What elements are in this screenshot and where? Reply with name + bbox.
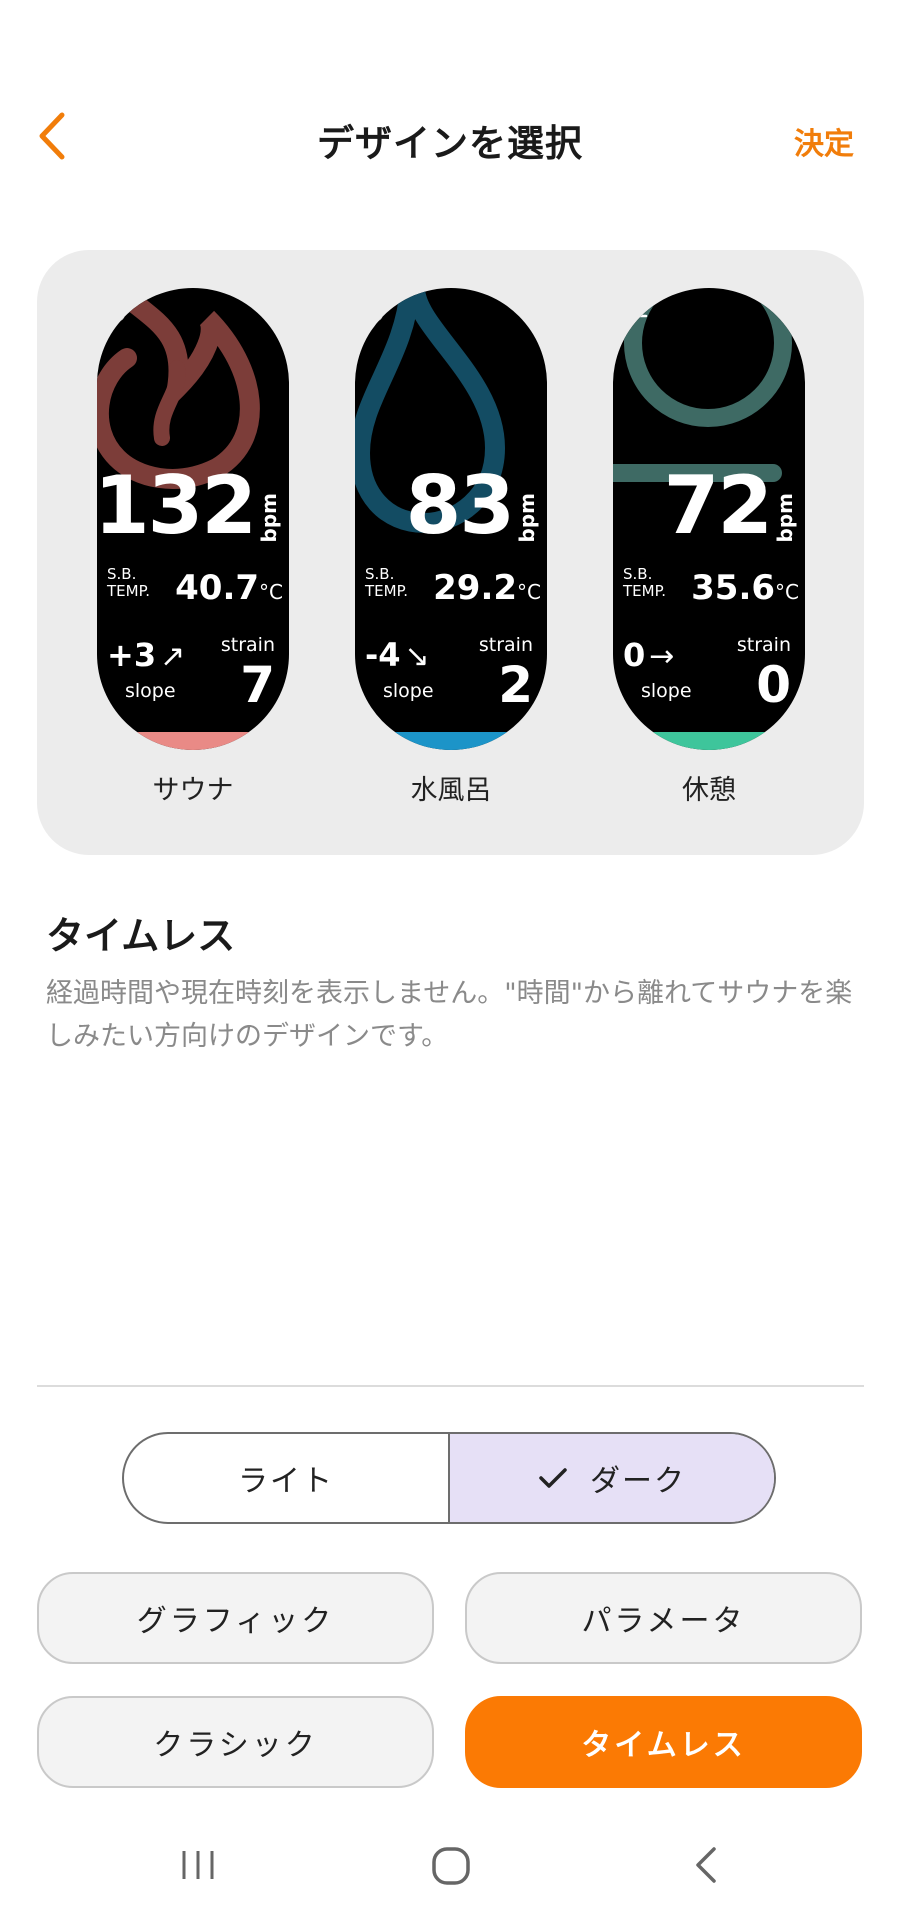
home-icon[interactable]: [430, 1845, 472, 1887]
heart-rate-unit: bpm: [773, 492, 797, 542]
strain-label: strain: [220, 634, 275, 656]
back-nav-icon[interactable]: [686, 1845, 726, 1885]
sb-temp-label: S.B. TEMP.: [365, 565, 409, 600]
heart-rate-unit: bpm: [257, 492, 281, 542]
slope-value: 0 →: [623, 636, 675, 674]
divider: [37, 1385, 864, 1387]
design-name: タイムレス: [46, 914, 236, 958]
dark-theme-label: ダーク: [590, 1464, 686, 1499]
temp-value: 35.6°C: [691, 568, 799, 608]
watch-label: 休憩: [682, 775, 736, 806]
strain-label: strain: [736, 634, 791, 656]
strain-label: strain: [478, 634, 533, 656]
dark-theme-button[interactable]: ダーク: [448, 1434, 774, 1522]
watch-face: 72 bpm S.B. TEMP. 35.6°C 0 → slope strain 0: [613, 288, 805, 750]
color-bar: [355, 732, 547, 750]
style-option-graphic[interactable]: グラフィック: [37, 1572, 434, 1664]
header: デザインを選択 決定: [0, 95, 900, 175]
recent-apps-icon[interactable]: [178, 1845, 218, 1885]
strain-value: 0: [756, 656, 791, 714]
water-drop-icon: [362, 291, 384, 323]
sb-temp-label: S.B. TEMP.: [623, 565, 667, 600]
flame-icon: [103, 293, 126, 323]
design-preview-card: 132 bpm S.B. TEMP. 40.7°C +3 ↗ slope strain…: [37, 250, 864, 855]
watch-label: 水風呂: [410, 775, 492, 806]
slope-value: +3 ↗: [107, 636, 186, 674]
strain-value: 7: [240, 656, 275, 714]
style-option-timeless[interactable]: タイムレス: [465, 1696, 862, 1788]
checkmark-icon: [539, 1468, 567, 1488]
heart-rate-unit: bpm: [515, 492, 539, 542]
slope-value: -4 ↘: [365, 636, 430, 674]
sb-temp-label: S.B. TEMP.: [107, 565, 151, 600]
watch-label: サウナ: [152, 775, 234, 806]
slope-label: slope: [641, 680, 692, 702]
heart-rate-value: 72: [663, 459, 773, 552]
page-title: デザインを選択: [317, 122, 583, 165]
style-option-classic[interactable]: クラシック: [37, 1696, 434, 1788]
heart-rate-value: 83: [405, 459, 515, 552]
style-option-parameter[interactable]: パラメータ: [465, 1572, 862, 1664]
slope-label: slope: [383, 680, 434, 702]
color-bar: [613, 732, 805, 750]
system-nav-bar: [0, 1845, 900, 1905]
watch-face: 83 bpm S.B. TEMP. 29.2°C -4 ↘ slope strain …: [355, 288, 547, 750]
light-theme-label: ライト: [238, 1464, 334, 1499]
rest-person-icon: [616, 291, 648, 318]
color-bar: [97, 732, 289, 750]
slope-label: slope: [125, 680, 176, 702]
watch-face: 132 bpm S.B. TEMP. 40.7°C +3 ↗ slope strain…: [97, 288, 289, 750]
temp-value: 29.2°C: [433, 568, 541, 608]
design-description: 経過時間や現在時刻を表示しません。"時間"から離れてサウナを楽しみたい方向けのデ…: [46, 978, 853, 1052]
strain-value: 2: [498, 656, 533, 714]
heart-rate-value: 132: [97, 459, 257, 552]
light-theme-button[interactable]: ライト: [124, 1434, 448, 1522]
temp-value: 40.7°C: [175, 568, 283, 608]
theme-toggle: ライト ダーク: [122, 1432, 776, 1524]
confirm-button[interactable]: 決定: [794, 119, 854, 163]
